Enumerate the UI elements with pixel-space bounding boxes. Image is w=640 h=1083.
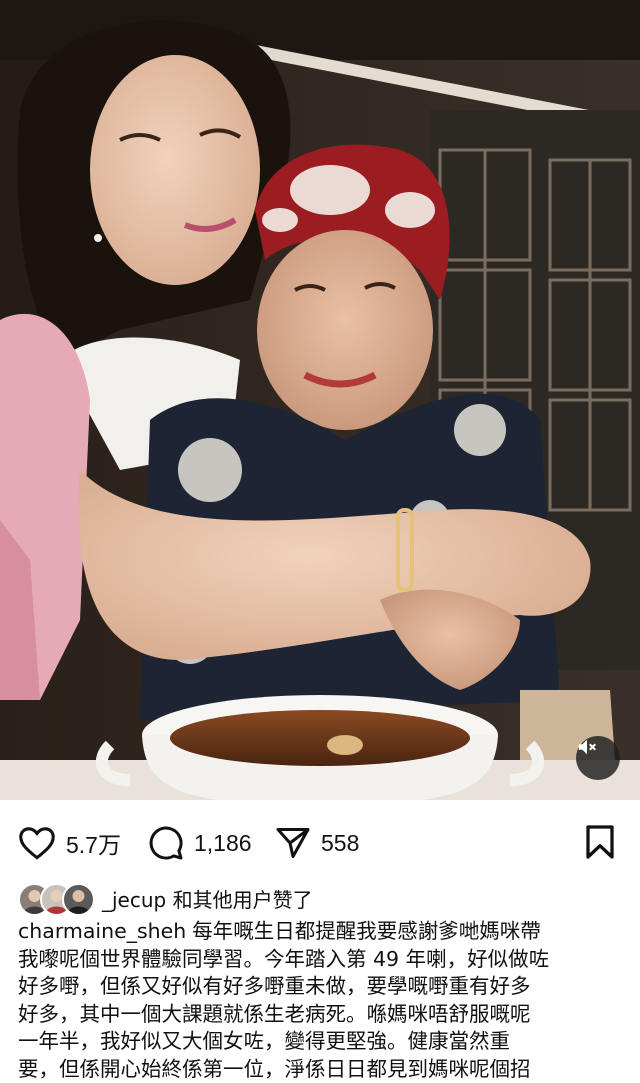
action-bar: 5.7万 1,186 558: [0, 820, 640, 870]
caption-line: 好多嘢，但係又好似有好多嘢重未做，要學嘅嘢重有好多: [18, 973, 628, 1001]
liker-avatars: [18, 881, 94, 915]
caption-line: 要，但係開心始終係第一位，淨係日日都見到媽咪呢個招: [18, 1056, 628, 1083]
photo-illustration: [0, 0, 640, 800]
caption-line: 每年嘅生日都提醒我要感謝爹哋媽咪帶: [192, 919, 541, 943]
caption-line: 好多，其中一個大課題就係生老病死。喺媽咪唔舒服嘅呢: [18, 1001, 628, 1029]
share-count: 558: [321, 830, 359, 857]
avatar: [62, 883, 95, 916]
post-photo[interactable]: [0, 0, 640, 800]
comment-count: 1,186: [194, 830, 252, 857]
caption-line: 一年半，我好似又大個女咗，變得更堅強。健康當然重: [18, 1028, 628, 1056]
save-button[interactable]: [584, 824, 616, 864]
like-count: 5.7万: [66, 826, 121, 860]
likes-suffix: 和其他用户赞了: [166, 888, 312, 912]
like-button[interactable]: 5.7万: [18, 820, 121, 866]
mute-button[interactable]: [576, 736, 620, 780]
bookmark-outline-icon: [584, 824, 616, 860]
speaker-muted-icon: [576, 736, 598, 758]
heart-outline-icon: [18, 826, 56, 860]
share-button[interactable]: 558: [275, 820, 359, 866]
comment-button[interactable]: 1,186: [148, 820, 252, 866]
caption-username[interactable]: charmaine_sheh: [18, 919, 186, 943]
likes-summary[interactable]: _jecup 和其他用户赞了: [18, 880, 313, 916]
comment-bubble-icon: [148, 825, 184, 861]
post-caption: charmaine_sheh每年嘅生日都提醒我要感謝爹哋媽咪帶 我嚟呢個世界體驗…: [18, 918, 628, 1083]
liker-username[interactable]: _jecup: [102, 888, 166, 912]
caption-line: 我嚟呢個世界體驗同學習。今年踏入第 49 年喇，好似做咗: [18, 946, 628, 974]
paper-plane-icon: [275, 825, 311, 861]
